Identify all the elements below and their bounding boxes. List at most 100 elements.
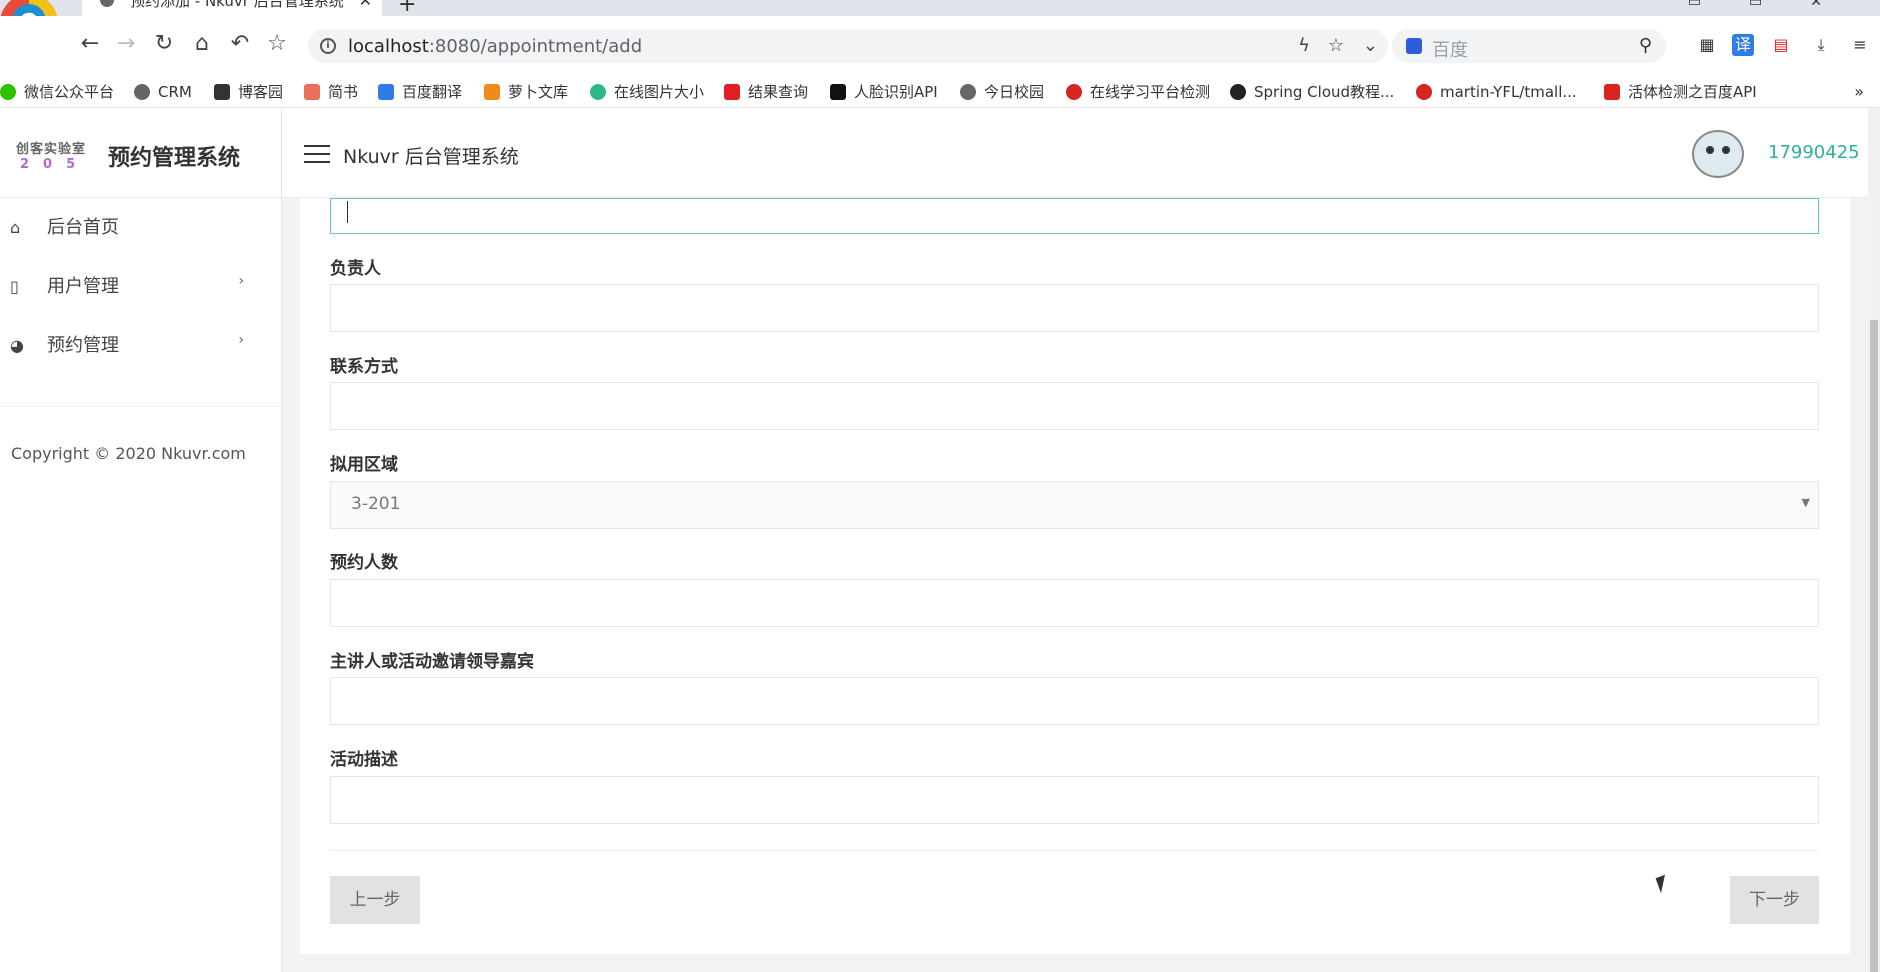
url-path: :8080/appointment/add <box>428 36 643 57</box>
qr-code-icon[interactable]: ▦ <box>1696 34 1718 56</box>
bookmark-icon <box>1604 84 1620 100</box>
description-input[interactable] <box>330 776 1819 824</box>
download-icon[interactable]: ⤓ <box>1810 34 1832 56</box>
forward-icon[interactable]: → <box>112 30 140 58</box>
bookmark-label: 人脸识别API <box>854 83 938 101</box>
bookmark-label: 简书 <box>328 83 359 101</box>
palette-icon: ◕ <box>10 336 24 355</box>
window-controls[interactable]: ▭▭✕ <box>1688 0 1870 10</box>
person-in-charge-input[interactable] <box>330 284 1819 332</box>
bookmark-label: 微信公众平台 <box>24 83 115 101</box>
system-title: 预约管理系统 <box>108 146 241 171</box>
area-select[interactable]: 3-201 ▼ <box>330 481 1819 529</box>
browser-tab[interactable]: 预约添加 - Nkuvr 后台管理系统 ✕ <box>82 0 382 16</box>
search-placeholder: 百度 <box>1432 40 1468 61</box>
sidebar-item-label: 预约管理 <box>47 335 119 356</box>
bookmark-item[interactable]: 今日校园 <box>960 82 1044 102</box>
search-box[interactable]: 百度 ⚲ <box>1392 29 1666 63</box>
bookmarks-overflow-icon[interactable]: » <box>1854 82 1864 101</box>
app-header: Nkuvr 后台管理系统 17990425 <box>282 108 1880 198</box>
bookmark-icon <box>590 84 606 100</box>
translate-icon[interactable]: 译 <box>1732 34 1754 56</box>
bookmark-item[interactable]: 在线学习平台检测 <box>1066 82 1210 102</box>
bookmark-label: Spring Cloud教程... <box>1254 83 1395 101</box>
field-label-speaker: 主讲人或活动邀请领导嘉宾 <box>330 652 534 672</box>
bookmark-label: 活体检测之百度API <box>1628 83 1757 101</box>
bookmark-label: 结果查询 <box>748 83 809 101</box>
main-content: 负责人 联系方式 拟用区域 3-201 ▼ 预约人数 主讲人或活动邀请领导嘉宾 … <box>282 198 1868 972</box>
bookmark-label: martin-YFL/tmall... <box>1440 83 1577 101</box>
bookmark-item[interactable]: 在线图片大小 <box>590 82 704 102</box>
prev-step-button[interactable]: 上一步 <box>330 876 420 924</box>
bookmark-icon <box>1066 84 1082 100</box>
field-label-contact: 联系方式 <box>330 357 398 377</box>
username[interactable]: 17990425 <box>1768 142 1860 163</box>
bookmark-item[interactable]: 博客园 <box>214 82 283 102</box>
menu-icon[interactable]: ≡ <box>1849 34 1871 56</box>
sidebar-item-label: 后台首页 <box>47 217 119 238</box>
bookmark-item[interactable]: 简书 <box>304 82 358 102</box>
bookmark-item[interactable]: 百度翻译 <box>378 82 462 102</box>
next-step-button[interactable]: 下一步 <box>1730 876 1819 924</box>
reload-icon[interactable]: ↻ <box>150 30 178 58</box>
speaker-input[interactable] <box>330 677 1819 725</box>
bookmark-icon <box>134 84 150 100</box>
logo-line1: 创客实验室 <box>16 142 87 157</box>
bookmark-item[interactable]: 人脸识别API <box>830 82 938 102</box>
close-tab-icon[interactable]: ✕ <box>359 0 372 10</box>
bookmark-item[interactable]: 结果查询 <box>724 82 808 102</box>
form-card: 负责人 联系方式 拟用区域 3-201 ▼ 预约人数 主讲人或活动邀请领导嘉宾 … <box>300 198 1850 954</box>
dropdown-arrow-icon: ▼ <box>1801 496 1810 509</box>
sidebar-item-label: 用户管理 <box>47 276 119 297</box>
bookmark-icon <box>304 84 320 100</box>
sidebar: 创客实验室 205 预约管理系统 ⌂ 后台首页 ▯ 用户管理 › ◕ 预约管理 … <box>0 108 282 972</box>
back-icon[interactable]: ← <box>76 30 104 58</box>
previous-field-input[interactable] <box>330 198 1819 234</box>
sidebar-item-home[interactable]: ⌂ 后台首页 <box>0 204 282 252</box>
bookmark-label: 博客园 <box>238 83 284 101</box>
bookmark-item[interactable]: Spring Cloud教程... <box>1230 82 1394 102</box>
bookmark-label: 萝卜文库 <box>508 83 569 101</box>
lightning-icon[interactable]: ϟ <box>1298 35 1310 56</box>
browser-tab-strip: 预约添加 - Nkuvr 后台管理系统 ✕ + ▭▭✕ <box>0 0 1880 52</box>
chevron-down-icon[interactable]: ⌄ <box>1363 35 1378 56</box>
hamburger-menu-icon[interactable] <box>304 145 330 163</box>
scrollbar-thumb[interactable] <box>1870 320 1878 972</box>
bookmark-label: 在线图片大小 <box>614 83 705 101</box>
home-icon: ⌂ <box>10 218 21 237</box>
sidebar-divider <box>0 406 282 407</box>
bookmark-icon <box>1416 84 1432 100</box>
pdf-icon[interactable]: ▤ <box>1770 34 1792 56</box>
page-scrollbar[interactable] <box>1868 108 1880 972</box>
bookmark-icon <box>484 84 500 100</box>
sidebar-item-appointments[interactable]: ◕ 预约管理 › <box>0 322 282 370</box>
bookmark-item[interactable]: martin-YFL/tmall... <box>1416 82 1577 102</box>
site-info-icon[interactable]: i <box>320 38 336 54</box>
address-bar[interactable]: i localhost:8080/appointment/add ϟ ☆ ⌄ <box>308 29 1388 63</box>
search-icon[interactable]: ⚲ <box>1639 35 1652 56</box>
copyright: Copyright © 2020 Nkuvr.com <box>11 444 246 463</box>
chevron-right-icon: › <box>238 332 244 348</box>
undo-icon[interactable]: ↶ <box>226 30 254 58</box>
logo-line2: 205 <box>20 157 90 172</box>
home-page-icon[interactable]: ⌂ <box>188 30 216 58</box>
bookmark-item[interactable]: CRM <box>134 82 192 102</box>
headcount-input[interactable] <box>330 579 1819 627</box>
field-label-headcount: 预约人数 <box>330 553 398 573</box>
avatar[interactable] <box>1692 130 1744 178</box>
new-tab-button[interactable]: + <box>398 0 416 17</box>
contact-input[interactable] <box>330 382 1819 430</box>
baidu-paw-icon <box>1406 38 1422 54</box>
url-host: localhost <box>348 36 429 57</box>
bookmark-star-icon[interactable]: ☆ <box>263 30 291 58</box>
bookmark-item[interactable]: 微信公众平台 <box>0 82 114 102</box>
bookmark-icon <box>378 84 394 100</box>
bookmark-item[interactable]: 萝卜文库 <box>484 82 568 102</box>
bookmark-item[interactable]: 活体检测之百度API <box>1604 82 1757 102</box>
favorite-star-icon[interactable]: ☆ <box>1328 35 1344 56</box>
bookmarks-bar: 微信公众平台 CRM 博客园 简书 百度翻译 萝卜文库 在线图片大小 结果查询 … <box>0 76 1880 108</box>
sidebar-item-users[interactable]: ▯ 用户管理 › <box>0 263 282 311</box>
globe-icon <box>100 0 114 7</box>
bookmark-icon <box>0 84 16 100</box>
bookmark-label: 今日校园 <box>984 83 1045 101</box>
